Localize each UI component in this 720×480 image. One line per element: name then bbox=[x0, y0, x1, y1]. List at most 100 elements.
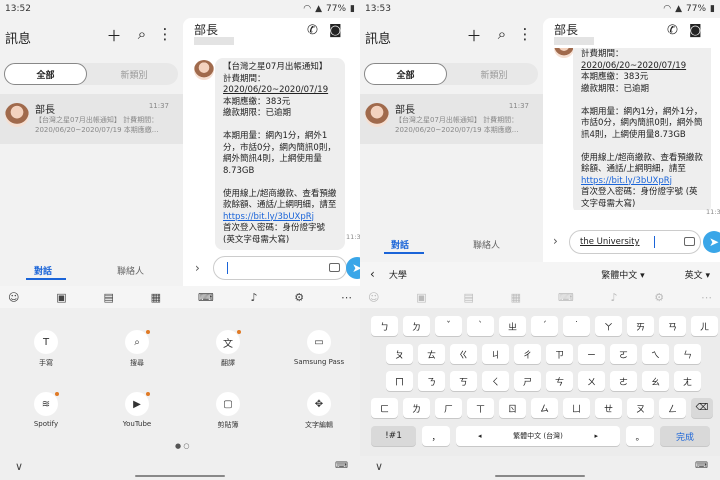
key[interactable]: ㄘ bbox=[546, 371, 573, 391]
message-bubble[interactable]: 計費期間： 2020/06/20~2020/07/19 本期應繳：383元 繳款… bbox=[573, 48, 711, 210]
tool-translate[interactable]: 文翻譯 bbox=[196, 330, 260, 368]
key[interactable]: ㄒ bbox=[467, 398, 494, 418]
tab-conversations[interactable]: 對話 bbox=[34, 264, 52, 277]
microphone-icon[interactable]: ♪ bbox=[250, 291, 257, 304]
sticker-icon[interactable]: ▣ bbox=[416, 291, 426, 304]
key[interactable]: ㄥ bbox=[659, 398, 686, 418]
key[interactable]: ˙ bbox=[563, 316, 590, 336]
key-space[interactable]: ◂ 繁體中文 (台灣) ▸ bbox=[456, 426, 620, 446]
key[interactable]: ㄖ bbox=[499, 398, 526, 418]
keyboard-icon[interactable]: ⌨ bbox=[558, 291, 574, 304]
phone-icon[interactable]: ✆ bbox=[667, 23, 678, 38]
language-select[interactable]: 繁體中文 ▾ bbox=[601, 268, 644, 281]
keyboard-switch-icon[interactable]: ⌨ bbox=[335, 461, 348, 471]
message-input[interactable]: the University bbox=[569, 230, 701, 254]
filter-new-category[interactable]: 新類別 bbox=[92, 63, 176, 85]
tool-handwriting[interactable]: T 手寫 bbox=[14, 330, 78, 368]
key[interactable]: ㄈ bbox=[371, 398, 398, 418]
suggestion-word[interactable]: 大學 bbox=[389, 268, 407, 281]
sticker-icon[interactable]: ▣ bbox=[56, 291, 66, 304]
key[interactable]: ㄉ bbox=[403, 316, 430, 336]
home-gesture-bar[interactable] bbox=[135, 475, 225, 477]
new-message-icon[interactable]: ＋ bbox=[105, 25, 123, 46]
conversation-item[interactable]: 部長 11:37 【台灣之星07月出帳通知】 計費期間：2020/06/20~2… bbox=[360, 94, 543, 144]
key[interactable]: ㄣ bbox=[674, 344, 701, 364]
key[interactable]: ㄍ bbox=[450, 344, 477, 364]
hide-keyboard-icon[interactable]: ∨ bbox=[15, 460, 23, 473]
key[interactable]: ㄔ bbox=[514, 344, 541, 364]
video-call-icon[interactable]: ◙ bbox=[689, 23, 702, 38]
tool-text-editing[interactable]: ✥ 文字編輯 bbox=[287, 392, 351, 430]
tool-samsung-pass[interactable]: ▭ Samsung Pass bbox=[287, 330, 351, 366]
key[interactable]: ㄞ bbox=[627, 316, 654, 336]
message-link[interactable]: https://bit.ly/3bUXpRj bbox=[223, 212, 337, 224]
filter-all[interactable]: 全部 bbox=[364, 63, 447, 85]
key[interactable]: ㄩ bbox=[563, 398, 590, 418]
key[interactable]: ㄦ bbox=[691, 316, 718, 336]
filter-all[interactable]: 全部 bbox=[4, 63, 87, 85]
key[interactable]: ㄓ bbox=[499, 316, 526, 336]
settings-icon[interactable]: ⚙ bbox=[654, 291, 664, 304]
key[interactable]: ˊ bbox=[531, 316, 558, 336]
expand-icon[interactable]: › bbox=[553, 234, 558, 248]
key[interactable]: ㄕ bbox=[514, 371, 541, 391]
key-symbols[interactable]: !#1 bbox=[371, 426, 416, 446]
key[interactable]: ㄏ bbox=[435, 398, 462, 418]
message-link[interactable]: https://bit.ly/3bUXpRj bbox=[581, 176, 703, 188]
key[interactable]: ㄆ bbox=[386, 344, 413, 364]
key-period[interactable]: 。 bbox=[626, 426, 654, 446]
key[interactable]: ㄗ bbox=[546, 344, 573, 364]
key-done[interactable]: 完成 bbox=[660, 426, 710, 446]
emoji-icon[interactable]: ☺ bbox=[8, 291, 19, 304]
key[interactable]: ㄠ bbox=[642, 371, 669, 391]
emoji-icon[interactable]: ☺ bbox=[368, 291, 379, 304]
key[interactable]: ˇ bbox=[435, 316, 462, 336]
key[interactable]: ㄋ bbox=[418, 371, 445, 391]
back-icon[interactable]: ‹ bbox=[370, 267, 375, 281]
key[interactable]: ㄜ bbox=[610, 371, 637, 391]
tab-contacts[interactable]: 聯絡人 bbox=[117, 264, 144, 277]
sticker-icon[interactable] bbox=[684, 237, 695, 246]
key[interactable]: ㄢ bbox=[659, 316, 686, 336]
key[interactable]: ㄎ bbox=[450, 371, 477, 391]
key[interactable]: ㄇ bbox=[386, 371, 413, 391]
filter-new-category[interactable]: 新類別 bbox=[452, 63, 536, 85]
key[interactable]: ㄐ bbox=[482, 344, 509, 364]
search-icon[interactable]: ⌕ bbox=[133, 25, 151, 43]
tool-spotify[interactable]: ≋ Spotify bbox=[14, 392, 78, 428]
gif-icon[interactable]: ▤ bbox=[463, 291, 473, 304]
more-icon[interactable]: ⋯ bbox=[341, 291, 352, 304]
conversation-item[interactable]: 部長 11:37 【台灣之星07月出帳通知】 計費期間：2020/06/20~2… bbox=[0, 94, 183, 144]
layout-icon[interactable]: ▦ bbox=[151, 291, 161, 304]
sticker-icon[interactable] bbox=[329, 263, 340, 272]
key[interactable]: ㄅ bbox=[371, 316, 398, 336]
phone-icon[interactable]: ✆ bbox=[307, 23, 318, 38]
gif-icon[interactable]: ▤ bbox=[103, 291, 113, 304]
home-gesture-bar[interactable] bbox=[495, 475, 585, 477]
key[interactable]: ㄧ bbox=[578, 344, 605, 364]
key[interactable]: ㄡ bbox=[627, 398, 654, 418]
key[interactable]: ㄨ bbox=[578, 371, 605, 391]
tab-conversations[interactable]: 對話 bbox=[391, 238, 409, 251]
more-options-icon[interactable]: ⋮ bbox=[156, 25, 174, 43]
keyboard-icon[interactable]: ⌨ bbox=[198, 291, 214, 304]
key[interactable]: ㄑ bbox=[482, 371, 509, 391]
tool-search[interactable]: ⌕ 搜尋 bbox=[105, 330, 169, 368]
key[interactable]: ˋ bbox=[467, 316, 494, 336]
input-mode[interactable]: 英文 ▾ bbox=[685, 268, 710, 281]
key[interactable]: ㄙ bbox=[531, 398, 558, 418]
microphone-icon[interactable]: ♪ bbox=[610, 291, 617, 304]
hide-keyboard-icon[interactable]: ∨ bbox=[375, 460, 383, 473]
video-call-icon[interactable]: ◙ bbox=[329, 23, 342, 38]
key-comma[interactable]: ， bbox=[422, 426, 450, 446]
search-icon[interactable]: ⌕ bbox=[493, 25, 511, 43]
more-icon[interactable]: ⋯ bbox=[701, 291, 712, 304]
send-button[interactable]: ➤ bbox=[346, 257, 360, 279]
key-backspace[interactable]: ⌫ bbox=[691, 398, 713, 418]
message-input[interactable] bbox=[213, 256, 347, 280]
tab-contacts[interactable]: 聯絡人 bbox=[473, 238, 500, 251]
expand-icon[interactable]: › bbox=[195, 261, 200, 275]
key[interactable]: ㄛ bbox=[610, 344, 637, 364]
send-button[interactable]: ➤ bbox=[703, 231, 720, 253]
key[interactable]: ㄤ bbox=[674, 371, 701, 391]
